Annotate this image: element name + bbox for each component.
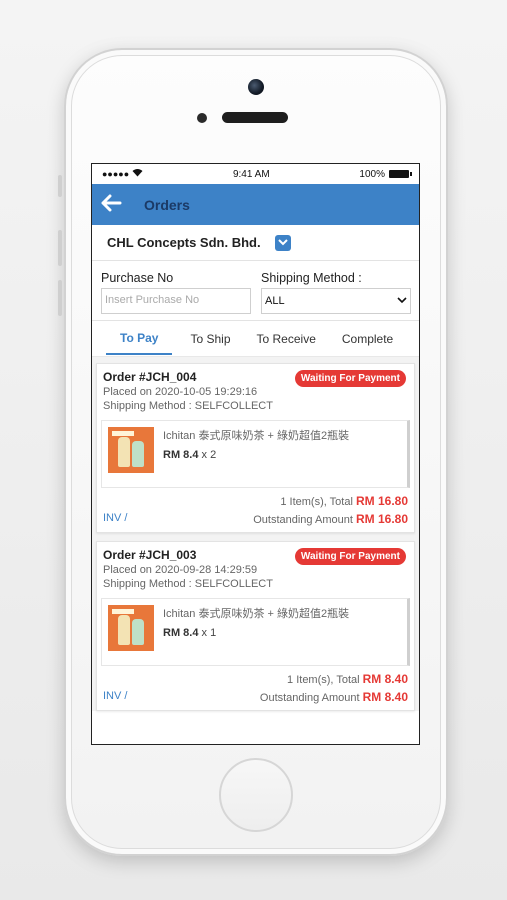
shipping-method-label: Shipping Method :: [261, 271, 362, 285]
outstanding-amount: Outstanding Amount RM 16.80: [253, 512, 408, 526]
chevron-down-icon[interactable]: [274, 234, 291, 251]
product-image: [108, 605, 154, 651]
volume-down-button: [58, 280, 62, 316]
product-name: Ichitan 泰式原味奶茶 + 綠奶超值2瓶裝: [163, 608, 350, 620]
front-camera: [248, 79, 264, 95]
status-badge: Waiting For Payment: [294, 370, 406, 387]
order-list: Order #JCH_004 Waiting For Payment Place…: [92, 357, 419, 711]
back-arrow-icon[interactable]: [100, 193, 134, 217]
tab-to-ship[interactable]: To Ship: [190, 324, 230, 354]
invoice-link[interactable]: INV /: [103, 690, 127, 704]
product-name: Ichitan 泰式原味奶茶 + 綠奶超值2瓶裝: [163, 430, 350, 442]
order-placed-date: Placed on 2020-09-28 14:29:59: [103, 564, 258, 576]
earpiece-speaker: [222, 112, 288, 123]
product-price-qty: RM 8.4 x 2: [163, 449, 349, 461]
status-badge: Waiting For Payment: [294, 548, 406, 565]
mute-switch: [58, 175, 62, 197]
signal-icon: ●●●●●: [102, 169, 130, 179]
outstanding-row: INV / Outstanding Amount RM 16.80: [97, 508, 414, 526]
product-price: RM 8.4: [163, 627, 199, 639]
chevron-down-icon: [397, 295, 407, 307]
outstanding-amount: Outstanding Amount RM 8.40: [260, 690, 408, 704]
order-shipping-method: Shipping Method : SELFCOLLECT: [103, 400, 273, 412]
purchase-no-label: Purchase No: [101, 271, 174, 285]
product-qty: x 1: [198, 627, 217, 639]
items-total-value: RM 8.40: [362, 672, 408, 686]
purchase-no-input[interactable]: Insert Purchase No: [101, 288, 251, 314]
wifi-icon: [132, 168, 143, 180]
order-placed-date: Placed on 2020-10-05 19:29:16: [103, 386, 258, 398]
order-item[interactable]: Ichitan 泰式原味奶茶 + 綠奶超值2瓶裝 RM 8.4 x 2: [101, 420, 410, 488]
product-qty: x 2: [198, 449, 217, 461]
outstanding-label: Outstanding Amount: [253, 514, 353, 526]
filter-panel: Purchase No Insert Purchase No Shipping …: [92, 261, 419, 321]
proximity-sensor: [197, 113, 207, 123]
order-total: 1 Item(s), Total RM 8.40: [97, 672, 414, 686]
status-time: 9:41 AM: [232, 168, 270, 180]
tab-to-pay[interactable]: To Pay: [106, 323, 173, 355]
invoice-link[interactable]: INV /: [103, 512, 127, 526]
outstanding-row: INV / Outstanding Amount RM 8.40: [97, 686, 414, 704]
outstanding-value: RM 8.40: [362, 690, 408, 704]
company-name: CHL Concepts Sdn. Bhd.: [107, 235, 261, 250]
shipping-method-select[interactable]: ALL: [261, 288, 411, 314]
shipping-method-value: ALL: [265, 295, 285, 307]
battery-percent: 100%: [359, 168, 385, 180]
order-card[interactable]: Order #JCH_004 Waiting For Payment Place…: [96, 363, 415, 533]
order-card[interactable]: Order #JCH_003 Waiting For Payment Place…: [96, 541, 415, 711]
tab-complete[interactable]: Complete: [342, 324, 393, 354]
app-screen: ●●●●● 9:41 AM 100% Orders CHL Concepts S…: [91, 163, 420, 745]
page-title: Orders: [144, 196, 190, 213]
order-tabs: To Pay To Ship To Receive Complete: [92, 321, 419, 357]
items-total-value: RM 16.80: [355, 494, 408, 508]
outstanding-value: RM 16.80: [355, 512, 408, 526]
app-bar: Orders: [92, 184, 419, 225]
product-price: RM 8.4: [163, 449, 199, 461]
outstanding-label: Outstanding Amount: [259, 692, 360, 704]
order-total: 1 Item(s), Total RM 16.80: [97, 494, 414, 508]
order-item[interactable]: Ichitan 泰式原味奶茶 + 綠奶超值2瓶裝 RM 8.4 x 1: [101, 598, 410, 666]
product-price-qty: RM 8.4 x 1: [163, 627, 349, 639]
order-shipping-method: Shipping Method : SELFCOLLECT: [103, 578, 273, 590]
home-button[interactable]: [219, 758, 293, 832]
product-image: [108, 427, 154, 473]
volume-up-button: [58, 230, 62, 266]
items-total-label: 1 Item(s), Total: [287, 674, 360, 686]
company-selector[interactable]: CHL Concepts Sdn. Bhd.: [92, 225, 419, 261]
battery-icon: [389, 170, 412, 178]
status-bar: ●●●●● 9:41 AM 100%: [92, 164, 419, 184]
items-total-label: 1 Item(s), Total: [280, 496, 353, 508]
tab-to-receive[interactable]: To Receive: [257, 324, 316, 354]
